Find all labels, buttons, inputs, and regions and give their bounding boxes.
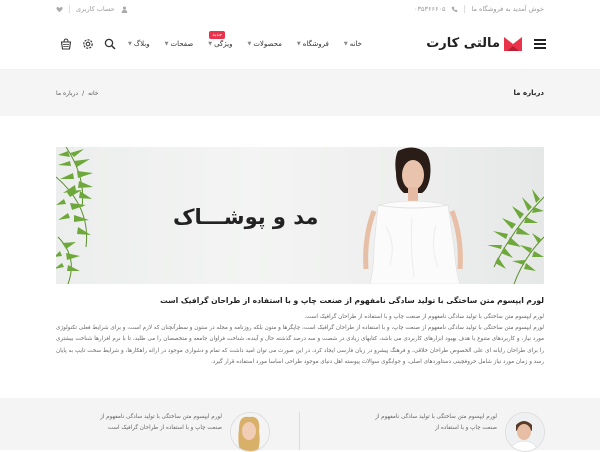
account-link[interactable]: حساب کاربری bbox=[76, 5, 115, 13]
chevron-down-icon: ▼ bbox=[128, 40, 132, 47]
breadcrumb-home[interactable]: خانه bbox=[88, 90, 98, 97]
brand: مالتی کارت bbox=[426, 36, 546, 51]
page-title: درباره ما bbox=[513, 89, 544, 97]
top-bar-divider bbox=[69, 5, 70, 13]
section-divider bbox=[299, 412, 300, 450]
avatar bbox=[505, 412, 545, 452]
page-header-band: درباره ما خانه / درباره ما bbox=[0, 70, 600, 116]
top-bar-account: حساب کاربری bbox=[56, 5, 128, 13]
phone-number[interactable]: ۰۳۵۳۶۶۶۰۵ bbox=[414, 5, 445, 13]
fashion-model-image bbox=[363, 147, 463, 284]
header-tools bbox=[60, 37, 116, 50]
chevron-down-icon: ▼ bbox=[208, 40, 213, 47]
chevron-down-icon: ▼ bbox=[296, 40, 301, 47]
testimonial-text: لورم ایپسوم متن ساختگی با تولید سادگی نا… bbox=[375, 414, 497, 431]
nav-pages[interactable]: صفحات ▼ bbox=[165, 40, 194, 48]
nav-label: وبلاگ bbox=[133, 39, 150, 48]
nav-home[interactable]: خانه ▼ bbox=[344, 40, 362, 48]
nav-label: خانه bbox=[349, 39, 362, 48]
palm-leaves-left-image bbox=[56, 147, 93, 284]
breadcrumb-current: درباره ما bbox=[56, 89, 79, 97]
top-bar-divider bbox=[464, 5, 466, 13]
testimonials-section: لورم ایپسوم متن ساختگی با تولید سادگی نا… bbox=[0, 398, 600, 452]
nav-products[interactable]: محصولات ▼ bbox=[247, 40, 281, 48]
phone-icon bbox=[452, 6, 458, 12]
avatar bbox=[230, 412, 270, 452]
logo[interactable]: مالتی کارت bbox=[426, 36, 522, 51]
testimonial-card: لورم ایپسوم متن ساختگی با تولید سادگی نا… bbox=[92, 412, 270, 452]
main-nav: خانه ▼ فروشگاه ▼ محصولات ▼ جدید ویژگی ▼ صفحات… bbox=[128, 30, 362, 48]
search-icon[interactable] bbox=[104, 38, 116, 50]
top-bar-info: خوش آمدید به فروشگاه ما ۰۳۵۳۶۶۶۰۵ bbox=[414, 5, 544, 13]
top-bar: خوش آمدید به فروشگاه ما ۰۳۵۳۶۶۶۰۵ حساب ک… bbox=[0, 0, 600, 18]
cart-icon[interactable] bbox=[60, 37, 72, 50]
breadcrumb: خانه / درباره ما bbox=[56, 90, 99, 97]
hero-banner: مد و پوشـــاک bbox=[56, 147, 544, 284]
hamburger-menu-icon[interactable] bbox=[534, 38, 546, 49]
chevron-down-icon: ▼ bbox=[343, 40, 348, 47]
hero-title: مد و پوشـــاک bbox=[173, 205, 319, 229]
new-badge: جدید bbox=[209, 30, 225, 39]
nav-label: ویژگی bbox=[214, 39, 233, 48]
about-paragraph: لورم ایپسوم متن ساختگی با تولید سادگی نا… bbox=[56, 325, 544, 365]
about-heading: لورم ایپسوم متن ساختگی با تولید سادگی نا… bbox=[160, 296, 544, 305]
header-right: خانه ▼ فروشگاه ▼ محصولات ▼ جدید ویژگی ▼ صفحات… bbox=[60, 30, 362, 50]
gear-icon[interactable] bbox=[82, 38, 94, 50]
chevron-down-icon: ▼ bbox=[164, 40, 169, 47]
user-icon[interactable] bbox=[121, 6, 128, 13]
testimonial-text: لورم ایپسوم متن ساختگی با تولید سادگی نا… bbox=[100, 414, 222, 431]
chevron-down-icon: ▼ bbox=[247, 40, 252, 47]
nav-shop[interactable]: فروشگاه ▼ bbox=[297, 40, 329, 48]
testimonial-card: لورم ایپسوم متن ساختگی با تولید سادگی نا… bbox=[367, 412, 545, 452]
logo-icon bbox=[504, 36, 522, 51]
breadcrumb-separator: / bbox=[82, 89, 85, 97]
logo-text: مالتی کارت bbox=[426, 36, 500, 51]
heart-icon[interactable] bbox=[56, 6, 63, 13]
welcome-text: خوش آمدید به فروشگاه ما bbox=[471, 5, 544, 13]
main-header: مالتی کارت خانه ▼ فروشگاه ▼ محصولات ▼ جدید و… bbox=[0, 18, 600, 70]
nav-label: محصولات bbox=[253, 39, 282, 48]
nav-label: فروشگاه bbox=[302, 39, 329, 48]
about-content: لورم ایپسوم متن ساختگی با تولید سادگی نا… bbox=[56, 296, 544, 368]
nav-features[interactable]: جدید ویژگی ▼ bbox=[208, 30, 233, 48]
about-paragraph: لورم ایپسوم متن ساختگی با تولید سادگی نا… bbox=[304, 314, 544, 320]
nav-label: صفحات bbox=[170, 39, 194, 48]
nav-blog[interactable]: وبلاگ ▼ bbox=[128, 40, 150, 48]
